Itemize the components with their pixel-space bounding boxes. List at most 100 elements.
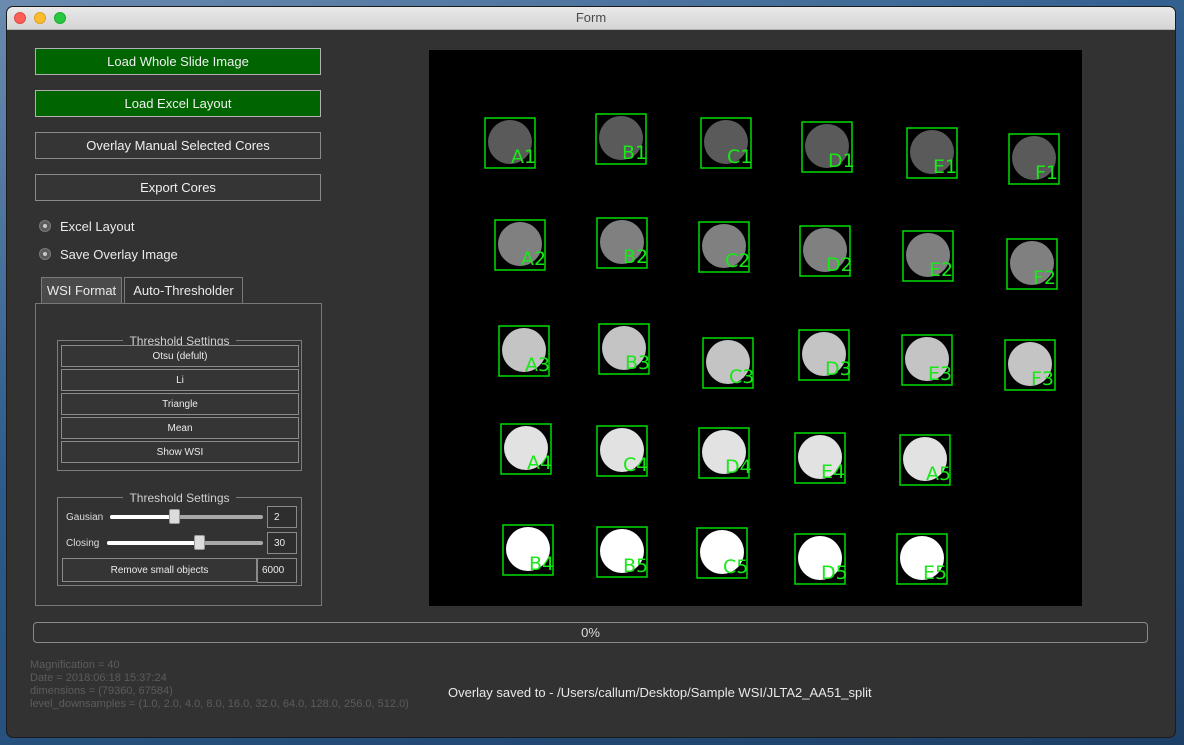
core-label: E1 <box>933 156 957 178</box>
core-a2[interactable]: A2 <box>494 219 546 271</box>
core-f1[interactable]: F1 <box>1008 133 1060 185</box>
slide-overlay-canvas[interactable]: A1 B1 C1 D1 E1 F1 A2 B2 C2 D2 E2 F2 A3 B3 C3 D3 E3 F3 A4 C4… <box>429 50 1082 606</box>
closing-label: Closing <box>66 538 100 549</box>
wsi-format-panel: Threshold Settings Otsu (defult) Li Tria… <box>35 303 322 606</box>
core-label: C1 <box>727 146 752 168</box>
load-wsi-button[interactable]: Load Whole Slide Image <box>35 48 321 75</box>
title-bar[interactable]: Form <box>7 7 1175 30</box>
dimensions-text: dimensions = (79360, 67584) <box>30 685 173 697</box>
core-c3[interactable]: C3 <box>702 337 754 389</box>
closing-slider[interactable] <box>107 535 263 550</box>
core-e2[interactable]: E2 <box>902 230 954 282</box>
core-c5[interactable]: C5 <box>696 527 748 579</box>
core-e1[interactable]: E1 <box>906 127 958 179</box>
closing-slider-fill <box>107 541 200 545</box>
core-d3[interactable]: D3 <box>798 329 852 381</box>
core-label: D5 <box>821 562 848 584</box>
progress-text: 0% <box>581 625 600 640</box>
core-b1[interactable]: B1 <box>595 113 647 165</box>
core-b2[interactable]: B2 <box>596 217 648 269</box>
show-wsi-button[interactable]: Show WSI <box>61 441 299 463</box>
core-label: C2 <box>725 250 750 272</box>
core-f3[interactable]: F3 <box>1004 339 1056 391</box>
core-label: F2 <box>1033 267 1056 289</box>
triangle-button[interactable]: Triangle <box>61 393 299 415</box>
li-button[interactable]: Li <box>61 369 299 391</box>
window-title: Form <box>575 10 607 25</box>
core-label: F1 <box>1035 162 1058 184</box>
excel-layout-label: Excel Layout <box>60 218 135 234</box>
core-label: E2 <box>929 259 953 281</box>
excel-layout-radio[interactable]: Excel Layout <box>39 217 134 235</box>
gausian-slider-fill <box>110 515 175 519</box>
core-e4[interactable]: E4 <box>794 432 846 484</box>
radio-indicator <box>39 248 51 260</box>
remove-small-objects-button[interactable]: Remove small objects <box>62 558 257 582</box>
core-label: E5 <box>923 562 947 584</box>
core-label: D4 <box>725 456 752 478</box>
core-d1[interactable]: D1 <box>801 121 855 173</box>
mean-button[interactable]: Mean <box>61 417 299 439</box>
tab-wsi-format[interactable]: WSI Format <box>41 277 122 303</box>
gausian-slider-handle[interactable] <box>169 509 181 524</box>
overlay-manual-cores-button[interactable]: Overlay Manual Selected Cores <box>35 132 321 159</box>
app-window: Form Load Whole Slide Image Load Excel L… <box>7 7 1175 737</box>
core-label: D1 <box>828 150 855 172</box>
save-overlay-radio[interactable]: Save Overlay Image <box>39 245 178 263</box>
progress-bar: 0% <box>33 622 1148 643</box>
export-cores-button[interactable]: Export Cores <box>35 174 321 201</box>
core-label: C5 <box>723 556 748 578</box>
threshold-methods-group: Threshold Settings Otsu (defult) Li Tria… <box>57 334 302 471</box>
downsamples-text: level_downsamples = (1.0, 2.0, 4.0, 8.0,… <box>30 698 409 710</box>
gausian-spinbox[interactable]: 2 <box>267 506 297 528</box>
core-b5[interactable]: B5 <box>596 526 648 578</box>
core-e5[interactable]: E5 <box>896 533 948 585</box>
core-label: B1 <box>622 142 647 164</box>
slide-info: Magnification = 40 Date = 2018:06:18 15:… <box>30 659 409 711</box>
core-d5[interactable]: D5 <box>794 533 848 585</box>
core-a3[interactable]: A3 <box>498 325 550 377</box>
core-e3[interactable]: E3 <box>901 334 953 386</box>
magnification-text: Magnification = 40 <box>30 659 120 671</box>
closing-spinbox[interactable]: 30 <box>267 532 297 554</box>
core-overlay-image: A1 B1 C1 D1 E1 F1 A2 B2 C2 D2 E2 F2 A3 B3 C3 D3 E3 F3 A4 C4… <box>484 113 1060 585</box>
core-d2[interactable]: D2 <box>799 225 853 277</box>
core-c1[interactable]: C1 <box>700 117 752 169</box>
threshold-params-group: Threshold Settings Gausian 2 Closing 30 … <box>57 491 302 586</box>
core-label: A3 <box>525 354 550 376</box>
otsu-button[interactable]: Otsu (defult) <box>61 345 299 367</box>
core-label: D2 <box>826 254 853 276</box>
core-f2[interactable]: F2 <box>1006 238 1058 290</box>
core-d4[interactable]: D4 <box>698 427 752 479</box>
gausian-label: Gausian <box>66 512 104 523</box>
core-a4[interactable]: A4 <box>500 423 552 475</box>
closing-slider-handle[interactable] <box>194 535 206 550</box>
core-label: B5 <box>623 555 648 577</box>
threshold-params-title: Threshold Settings <box>123 491 236 505</box>
core-a1[interactable]: A1 <box>484 117 536 169</box>
core-label: E3 <box>928 363 952 385</box>
status-message: Overlay saved to - /Users/callum/Desktop… <box>448 685 872 700</box>
remove-small-objects-spinbox[interactable]: 6000 <box>257 558 297 583</box>
core-label: A1 <box>511 146 536 168</box>
core-c2[interactable]: C2 <box>698 221 750 273</box>
core-label: E4 <box>821 461 845 483</box>
load-excel-button[interactable]: Load Excel Layout <box>35 90 321 117</box>
core-a5[interactable]: A5 <box>899 434 951 486</box>
core-b4[interactable]: B4 <box>502 524 554 576</box>
core-label: B2 <box>623 246 648 268</box>
gausian-slider[interactable] <box>110 509 263 524</box>
core-c4[interactable]: C4 <box>596 425 648 477</box>
core-label: D3 <box>825 358 852 380</box>
tab-auto-thresholder[interactable]: Auto-Thresholder <box>124 277 243 303</box>
core-label: F3 <box>1031 368 1054 390</box>
radio-indicator <box>39 220 51 232</box>
core-label: B3 <box>625 352 650 374</box>
core-label: A5 <box>926 463 951 485</box>
core-label: C4 <box>623 454 648 476</box>
core-label: A4 <box>527 452 552 474</box>
date-text: Date = 2018:06:18 15:37:24 <box>30 672 167 684</box>
core-b3[interactable]: B3 <box>598 323 650 375</box>
save-overlay-label: Save Overlay Image <box>60 246 178 262</box>
core-label: C3 <box>729 366 754 388</box>
